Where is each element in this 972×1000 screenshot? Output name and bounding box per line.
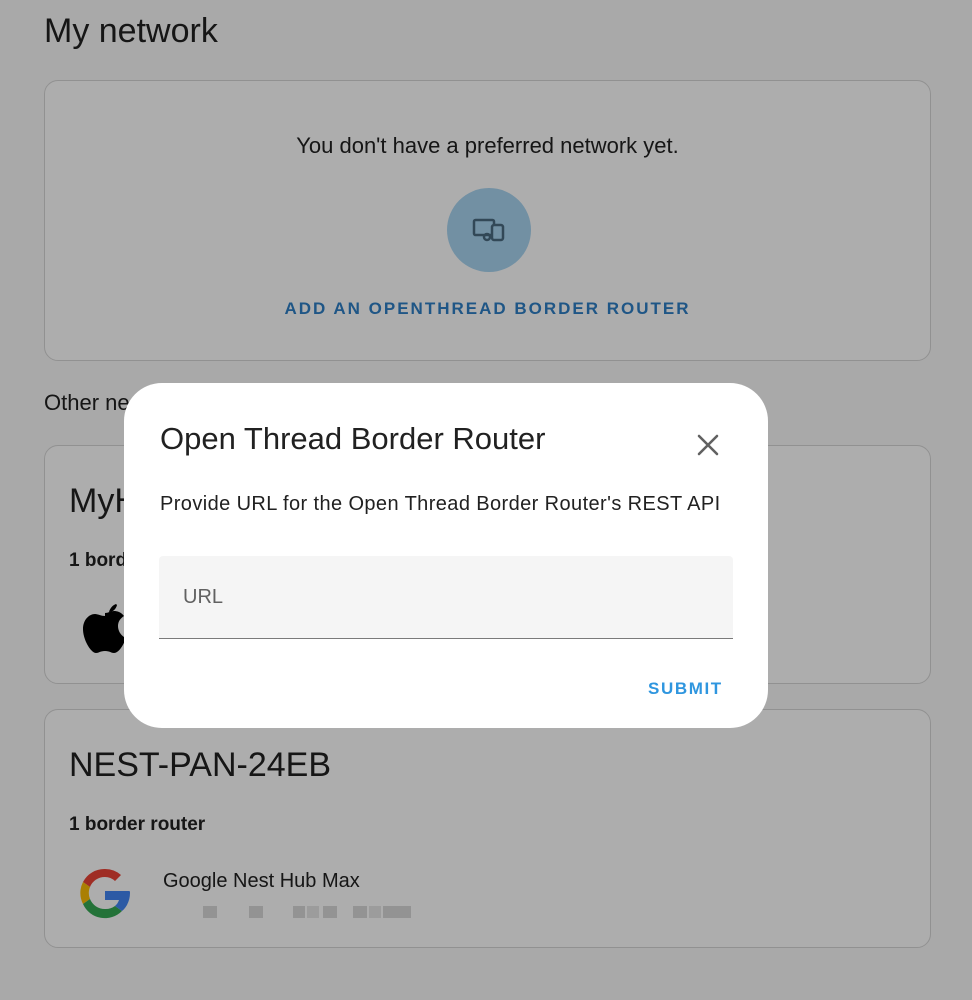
url-field[interactable] [159,556,733,639]
close-button[interactable] [690,427,726,463]
close-icon [697,434,719,456]
url-input[interactable] [159,556,733,638]
dialog-title: Open Thread Border Router [160,421,546,456]
border-router-dialog: Open Thread Border Router Provide URL fo… [124,383,768,728]
dialog-description: Provide URL for the Open Thread Border R… [160,493,721,515]
submit-button[interactable]: SUBMIT [648,679,723,699]
